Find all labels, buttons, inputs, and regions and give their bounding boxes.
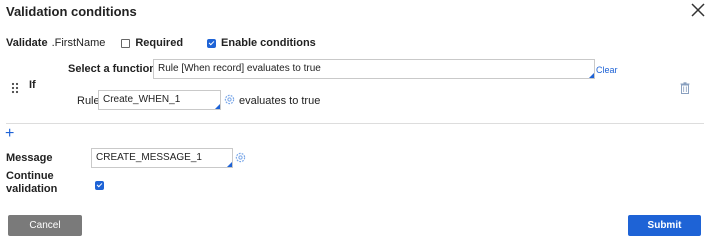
validate-label: Validate xyxy=(6,37,48,49)
message-label: Message xyxy=(6,152,53,164)
clear-link[interactable]: Clear xyxy=(596,65,618,75)
message-input-value: CREATE_MESSAGE_1 xyxy=(96,152,202,163)
rule-input[interactable]: Create_WHEN_1 xyxy=(98,90,221,110)
select-function-label: Select a function xyxy=(68,63,157,75)
rule-input-value: Create_WHEN_1 xyxy=(103,94,181,105)
message-input[interactable]: CREATE_MESSAGE_1 xyxy=(91,148,233,168)
validate-row: Validate .FirstName Required Enable cond… xyxy=(6,37,316,49)
validate-field-name: .FirstName xyxy=(51,37,106,49)
enable-conditions-label: Enable conditions xyxy=(221,37,316,49)
autocomplete-indicator-icon xyxy=(589,73,594,78)
dialog-title: Validation conditions xyxy=(6,4,137,19)
continue-validation-checkbox[interactable] xyxy=(95,181,104,191)
autocomplete-indicator-icon xyxy=(215,104,220,109)
add-condition-icon[interactable]: + xyxy=(5,126,14,142)
required-label: Required xyxy=(135,37,184,49)
continue-validation-label: Continue validation xyxy=(6,170,58,195)
submit-button[interactable]: Submit xyxy=(628,215,701,236)
required-checkbox[interactable] xyxy=(121,38,131,48)
cancel-button[interactable]: Cancel xyxy=(8,215,82,236)
if-label: If xyxy=(29,79,36,91)
trash-icon[interactable] xyxy=(680,82,690,94)
function-input-value: Rule [When record] evaluates to true xyxy=(158,63,321,74)
validation-conditions-dialog: Validation conditions Validate .FirstNam… xyxy=(0,0,710,245)
gear-icon[interactable] xyxy=(235,152,246,163)
function-input[interactable]: Rule [When record] evaluates to true xyxy=(153,59,595,79)
enable-conditions-checkbox[interactable] xyxy=(207,38,217,48)
gear-icon[interactable] xyxy=(224,94,235,105)
close-icon[interactable] xyxy=(690,2,706,18)
autocomplete-indicator-icon xyxy=(227,162,232,167)
drag-handle-icon[interactable] xyxy=(11,82,19,94)
rule-label: Rule xyxy=(77,95,100,107)
section-divider xyxy=(6,123,704,124)
evaluates-text: evaluates to true xyxy=(239,95,321,107)
